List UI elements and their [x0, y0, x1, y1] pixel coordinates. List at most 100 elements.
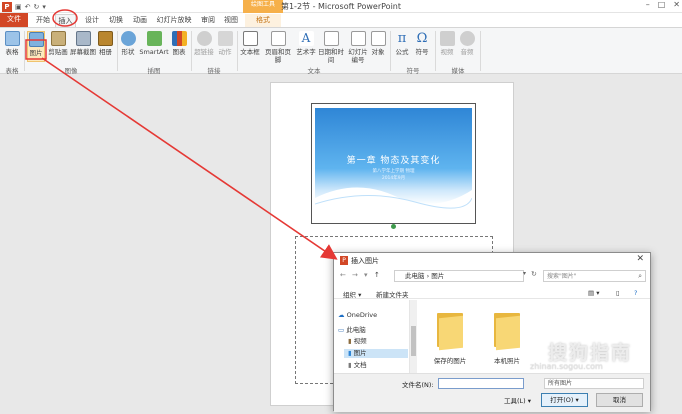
nav-item-label: 图片 — [353, 349, 367, 357]
action-icon — [217, 31, 233, 46]
nav-item-pictures[interactable]: ▮ 图片 — [344, 349, 408, 358]
wordart-button[interactable]: A 艺术字 — [295, 31, 317, 56]
tab-format[interactable]: 格式 — [245, 14, 281, 27]
pictures-folder-icon: ▮ — [348, 349, 352, 357]
group-separator — [435, 31, 436, 71]
video-icon — [439, 31, 455, 46]
address-bar[interactable]: 此电脑 › 图片 — [394, 270, 524, 282]
equation-button[interactable]: π 公式 — [393, 31, 411, 56]
tab-file[interactable]: 文件 — [0, 13, 28, 27]
view-options-icon[interactable]: ▤ ▾ — [588, 289, 599, 297]
object-button[interactable]: 对象 — [369, 31, 387, 56]
clipart-button[interactable]: 剪贴画 — [47, 31, 69, 56]
hyperlink-button[interactable]: 超链接 — [193, 31, 215, 56]
tools-button[interactable]: 工具(L) ▾ — [504, 395, 531, 405]
scrollbar-thumb[interactable] — [411, 326, 416, 356]
slide-date: 2014年9月 — [381, 176, 406, 181]
slide-title: 第一章 物态及其变化 — [346, 156, 441, 166]
up-arrow-icon[interactable]: ↑ — [374, 271, 380, 279]
back-arrow-icon[interactable]: ← — [340, 271, 346, 279]
tab-animations[interactable]: 动画 — [130, 14, 150, 27]
folder-label[interactable]: 本机照片 — [482, 355, 532, 365]
close-icon[interactable]: ✕ — [673, 0, 680, 9]
close-icon[interactable]: ✕ — [636, 254, 644, 264]
nav-item-documents[interactable]: ▮ 文档 — [348, 361, 367, 370]
chart-button[interactable]: 图表 — [170, 31, 188, 56]
search-placeholder: 搜索"图片" — [547, 273, 577, 280]
datetime-button[interactable]: 日期和时间 — [316, 31, 346, 64]
action-label: 动作 — [218, 48, 232, 56]
shapes-icon — [120, 31, 136, 46]
picture-icon — [28, 32, 44, 47]
nav-item-onedrive[interactable]: ☁ OneDrive — [338, 311, 377, 320]
forward-arrow-icon[interactable]: → — [352, 271, 358, 279]
video-button[interactable]: 视频 — [438, 31, 456, 56]
picture-button[interactable]: 图片 — [27, 31, 45, 62]
slide-number-icon — [350, 31, 366, 46]
search-input[interactable]: 搜索"图片" ⌕ — [543, 270, 646, 282]
nav-item-label: 文档 — [353, 361, 367, 369]
textbox-button[interactable]: 文本框 — [239, 31, 261, 56]
navigation-scrollbar[interactable] — [410, 300, 417, 373]
smartart-label: SmartArt — [139, 48, 169, 56]
address-dropdown-icon[interactable]: ▾ — [523, 270, 526, 277]
action-button[interactable]: 动作 — [216, 31, 234, 56]
open-button[interactable]: 打开(O) ▾ — [541, 393, 588, 407]
shapes-button[interactable]: 形状 — [119, 31, 137, 56]
clipart-icon — [50, 31, 66, 46]
screenshot-button[interactable]: 屏幕截图 — [70, 31, 96, 56]
folder-label[interactable]: 保存的图片 — [425, 355, 475, 365]
cancel-button[interactable]: 取消 — [596, 393, 643, 407]
minimize-icon[interactable]: – — [646, 0, 650, 9]
recent-dropdown-icon[interactable]: ▾ — [364, 271, 368, 279]
screenshot-label: 屏幕截图 — [70, 48, 96, 56]
album-button[interactable]: 相册 — [97, 31, 114, 56]
symbol-label: 符号 — [415, 48, 429, 56]
tab-insert[interactable]: 插入 — [55, 14, 76, 27]
tab-view[interactable]: 视图 — [221, 14, 241, 27]
tab-design[interactable]: 设计 — [82, 14, 102, 27]
nav-item-this-pc[interactable]: ▭ 此电脑 — [338, 326, 366, 335]
navigation-pane: ☁ OneDrive ▭ 此电脑 ▮ 视频 ▮ 图片 ▮ 文档 — [334, 300, 410, 373]
object-label: 对象 — [371, 48, 385, 56]
album-label: 相册 — [99, 48, 112, 56]
textbox-icon — [242, 31, 258, 46]
rotate-handle[interactable] — [391, 224, 396, 229]
watermark: 搜狗指南 zhinan.sogou.com — [530, 338, 680, 388]
header-footer-icon — [270, 31, 286, 46]
window-title: 第1-2节 - Microsoft PowerPoint — [280, 2, 402, 11]
refresh-icon[interactable]: ↻ — [531, 270, 537, 278]
header-footer-button[interactable]: 页眉和页脚 — [262, 31, 294, 64]
nav-item-label: 视频 — [353, 337, 367, 345]
clipart-label: 剪贴画 — [48, 48, 68, 56]
wordart-label: 艺术字 — [296, 48, 316, 56]
audio-icon — [459, 31, 475, 46]
tab-slideshow[interactable]: 幻灯片放映 — [154, 14, 194, 27]
table-button[interactable]: 表格 — [3, 31, 21, 56]
new-folder-button[interactable]: 新建文件夹 — [376, 289, 409, 299]
tab-home[interactable]: 开始 — [33, 14, 53, 27]
textbox-label: 文本框 — [240, 48, 260, 56]
slide-number-button[interactable]: 幻灯片编号 — [347, 31, 369, 64]
tab-transitions[interactable]: 切换 — [106, 14, 126, 27]
dialog-titlebar: P 插入图片 ✕ — [334, 253, 650, 267]
wordart-icon: A — [298, 31, 314, 46]
datetime-label: 日期和时间 — [318, 48, 344, 64]
folder-saved-pictures[interactable] — [435, 311, 465, 351]
group-separator — [117, 31, 118, 71]
preview-pane-icon[interactable]: ▯ — [616, 289, 620, 297]
tab-review[interactable]: 审阅 — [198, 14, 218, 27]
symbol-button[interactable]: Ω 符号 — [413, 31, 431, 56]
filename-input[interactable] — [438, 378, 524, 389]
ribbon-tabs: 文件 开始 插入 设计 切换 动画 幻灯片放映 审阅 视图 格式 — [0, 13, 682, 27]
object-icon — [370, 31, 386, 46]
organize-button[interactable]: 组织 ▾ — [343, 289, 361, 299]
maximize-icon[interactable]: □ — [658, 0, 666, 9]
slide-wave-decoration — [315, 187, 472, 218]
nav-item-videos[interactable]: ▮ 视频 — [348, 337, 367, 346]
help-icon[interactable]: ? — [634, 289, 637, 297]
audio-button[interactable]: 音频 — [458, 31, 476, 56]
smartart-button[interactable]: SmartArt — [139, 31, 169, 56]
folder-camera-roll[interactable] — [492, 311, 522, 351]
table-label: 表格 — [5, 48, 19, 56]
